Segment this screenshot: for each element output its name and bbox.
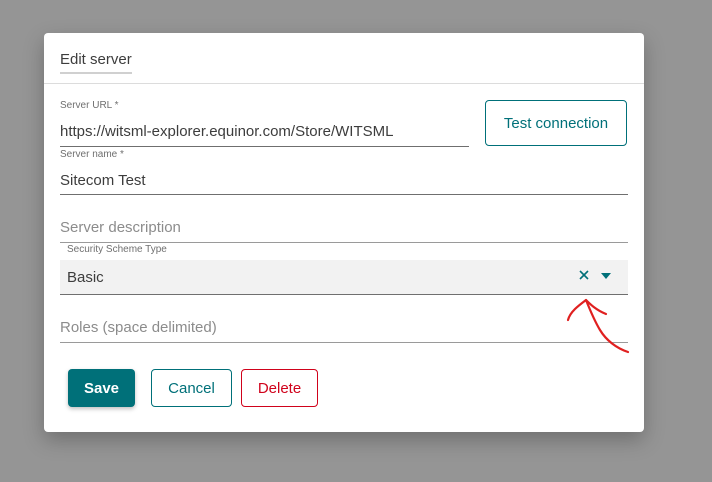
server-name-input[interactable]: Sitecom Test (60, 172, 146, 189)
dialog-title: Edit server (60, 51, 132, 74)
annotation-arrow-icon (566, 298, 630, 354)
delete-button[interactable]: Delete (241, 369, 318, 407)
edit-server-dialog: Edit server Server URL * https://witsml-… (44, 33, 644, 432)
server-description-underline (60, 242, 628, 243)
chevron-down-icon[interactable] (600, 272, 612, 280)
server-url-input[interactable]: https://witsml-explorer.equinor.com/Stor… (60, 123, 393, 140)
server-name-label: Server name * (60, 149, 124, 160)
cancel-button[interactable]: Cancel (151, 369, 232, 407)
security-scheme-select[interactable]: Basic (60, 260, 628, 295)
save-button[interactable]: Save (68, 369, 135, 407)
server-description-input[interactable] (60, 219, 620, 236)
server-name-underline (60, 194, 628, 195)
security-scheme-label: Security Scheme Type (67, 244, 167, 255)
roles-input[interactable] (60, 319, 620, 336)
close-icon[interactable] (577, 268, 591, 282)
roles-underline (60, 342, 628, 343)
server-url-label: Server URL * (60, 100, 119, 111)
header-divider (44, 83, 644, 84)
security-scheme-value: Basic (67, 269, 104, 286)
test-connection-button[interactable]: Test connection (485, 100, 627, 146)
server-url-underline (60, 146, 469, 147)
